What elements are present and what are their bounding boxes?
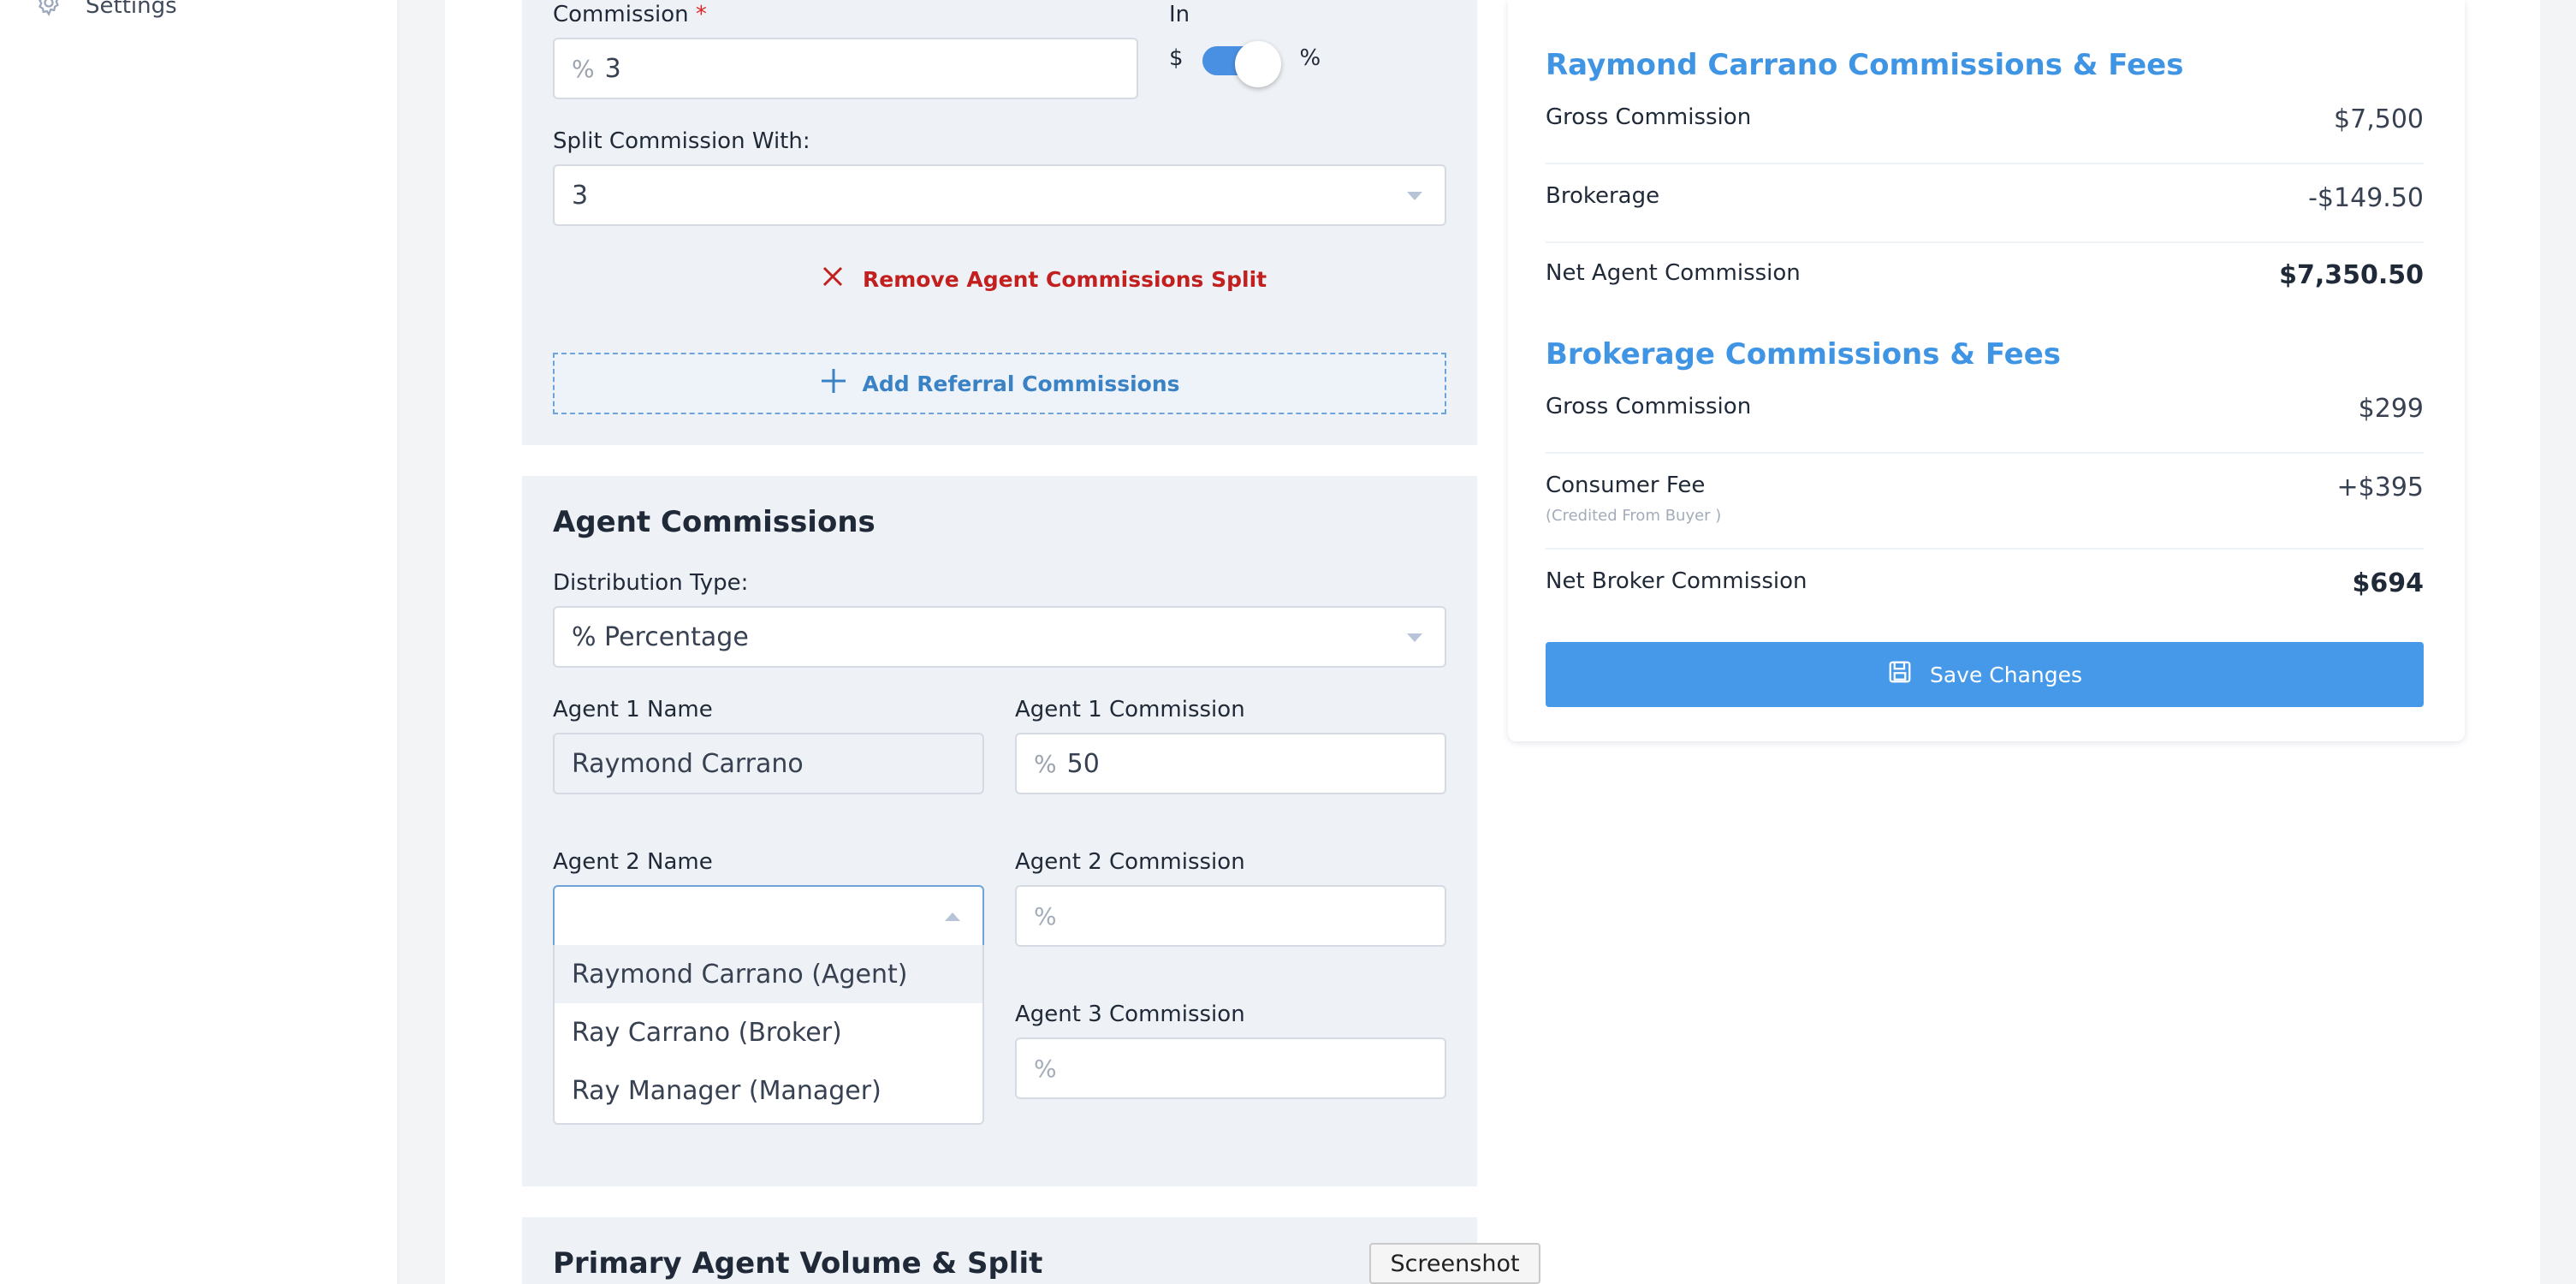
summary-row-label: Net Agent Commission bbox=[1546, 260, 1801, 286]
split-value: 3 bbox=[572, 180, 589, 211]
summary-row-label: Gross Commission bbox=[1546, 104, 1752, 130]
add-referral-label: Add Referral Commissions bbox=[862, 371, 1180, 396]
commission-value: 3 bbox=[604, 53, 621, 84]
close-icon bbox=[822, 265, 844, 293]
agent2-commission-input[interactable]: % bbox=[1015, 885, 1446, 947]
agent2-name-label: Agent 2 Name bbox=[553, 849, 713, 875]
in-label: In bbox=[1169, 2, 1190, 27]
dropdown-option[interactable]: Raymond Carrano (Agent) bbox=[555, 945, 982, 1003]
agent1-commission-label: Agent 1 Commission bbox=[1015, 697, 1245, 722]
remove-split-label: Remove Agent Commissions Split bbox=[863, 266, 1267, 292]
save-icon bbox=[1887, 659, 1913, 690]
distribution-select[interactable]: % Percentage bbox=[553, 606, 1446, 668]
agent1-name-label: Agent 1 Name bbox=[553, 697, 713, 722]
remove-split-button[interactable]: Remove Agent Commissions Split bbox=[822, 265, 1267, 293]
screenshot-tooltip[interactable]: Screenshot bbox=[1369, 1243, 1540, 1284]
add-referral-button[interactable]: Add Referral Commissions bbox=[553, 353, 1446, 414]
left-gutter bbox=[399, 0, 445, 1284]
summary-row-value: $694 bbox=[2352, 568, 2425, 598]
agent1-name-field: Raymond Carrano bbox=[553, 733, 984, 794]
agent3-commission-input[interactable]: % bbox=[1015, 1037, 1446, 1099]
summary-row-value: -$149.50 bbox=[2308, 183, 2424, 213]
distribution-value: % Percentage bbox=[572, 621, 749, 652]
unit-toggle-group: $ % bbox=[1169, 41, 1321, 87]
agent3-commission-placeholder: % bbox=[1034, 1054, 1057, 1083]
distribution-label: Distribution Type: bbox=[553, 570, 749, 596]
summary-row-label: Brokerage bbox=[1546, 183, 1660, 209]
toggle-knob bbox=[1234, 41, 1281, 87]
percent-prefix: % bbox=[572, 54, 595, 83]
commission-summary-card: Raymond Carrano Commissions & Fees Gross… bbox=[1508, 0, 2465, 741]
unit-toggle[interactable] bbox=[1202, 41, 1281, 87]
agent1-commission-input[interactable]: % 50 bbox=[1015, 733, 1446, 794]
save-changes-label: Save Changes bbox=[1929, 662, 2083, 687]
split-select[interactable]: 3 bbox=[553, 164, 1446, 226]
percent-label: % bbox=[1299, 45, 1321, 71]
save-changes-button[interactable]: Save Changes bbox=[1546, 642, 2424, 707]
sidebar-item-label: Settings bbox=[86, 0, 177, 19]
summary-row: Brokerage -$149.50 bbox=[1546, 164, 2424, 243]
summary-row-value: $299 bbox=[2358, 394, 2424, 424]
agent2-dropdown-list: Raymond Carrano (Agent) Ray Carrano (Bro… bbox=[553, 945, 984, 1125]
summary-row-label: Consumer Fee bbox=[1546, 473, 1706, 498]
summary-row-value: +$395 bbox=[2336, 473, 2424, 502]
plus-icon bbox=[819, 366, 848, 401]
agent2-name-select[interactable] bbox=[553, 885, 984, 947]
summary-row-value: $7,500 bbox=[2334, 104, 2424, 134]
summary-row-sublabel: (Credited From Buyer ) bbox=[1546, 507, 1722, 525]
gear-icon bbox=[34, 0, 63, 23]
summary-row-value: $7,350.50 bbox=[2279, 260, 2424, 290]
agent-commissions-title: Agent Commissions bbox=[553, 505, 875, 539]
chevron-down-icon bbox=[1407, 633, 1422, 642]
summary-row: Consumer Fee (Credited From Buyer ) +$39… bbox=[1546, 454, 2424, 550]
commission-input[interactable]: % 3 bbox=[553, 38, 1138, 99]
chevron-down-icon bbox=[1407, 192, 1422, 200]
summary-row: Net Agent Commission $7,350.50 bbox=[1546, 241, 2424, 320]
split-label: Split Commission With: bbox=[553, 128, 810, 154]
summary-row-label: Net Broker Commission bbox=[1546, 568, 1807, 594]
right-gutter bbox=[2540, 0, 2576, 1284]
dropdown-option[interactable]: Ray Manager (Manager) bbox=[555, 1061, 982, 1120]
agent3-commission-label: Agent 3 Commission bbox=[1015, 1002, 1245, 1027]
summary-row-label: Gross Commission bbox=[1546, 394, 1752, 419]
sidebar-item-settings[interactable]: Settings bbox=[34, 0, 177, 23]
primary-agent-title: Primary Agent Volume & Split bbox=[553, 1246, 1043, 1281]
agent2-commission-label: Agent 2 Commission bbox=[1015, 849, 1245, 875]
chevron-up-icon bbox=[945, 912, 960, 921]
commission-label: Commission * bbox=[553, 2, 707, 27]
summary-row: Gross Commission $299 bbox=[1546, 375, 2424, 454]
percent-prefix: % bbox=[1034, 749, 1057, 778]
agent1-name-value: Raymond Carrano bbox=[572, 748, 804, 779]
agent2-commission-placeholder: % bbox=[1034, 901, 1057, 930]
dropdown-option[interactable]: Ray Carrano (Broker) bbox=[555, 1003, 982, 1061]
agent-summary-title: Raymond Carrano Commissions & Fees bbox=[1546, 48, 2184, 82]
sidebar: Settings bbox=[0, 0, 399, 1284]
summary-row: Gross Commission $7,500 bbox=[1546, 86, 2424, 164]
summary-row: Net Broker Commission $694 bbox=[1546, 550, 2424, 628]
dollar-label: $ bbox=[1169, 45, 1184, 71]
broker-summary-title: Brokerage Commissions & Fees bbox=[1546, 337, 2062, 372]
agent1-commission-value: 50 bbox=[1066, 748, 1100, 779]
